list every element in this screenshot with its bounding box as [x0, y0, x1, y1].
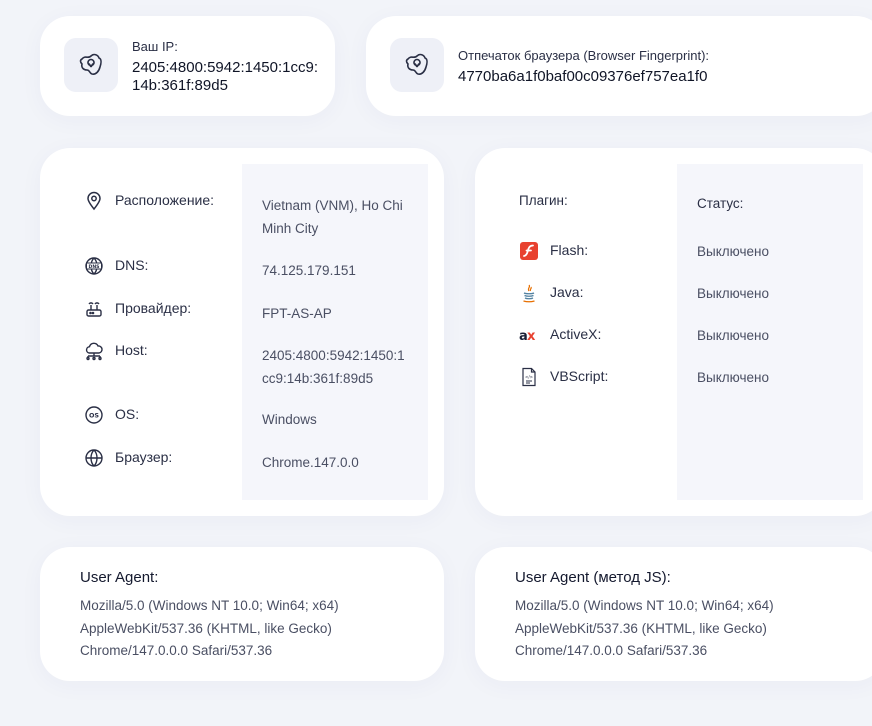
info-label-browser: Браузер:	[115, 449, 173, 465]
router-icon	[84, 299, 104, 319]
plugin-row-activex: a x ActiveX: Выключено	[519, 325, 819, 345]
fingerprint-value: 4770ba6a1f0baf00c09376ef757ea1f0	[458, 68, 708, 85]
page: Ваш IP: 2405:4800:5942:1450:1cc9:14b:361…	[0, 0, 872, 726]
cloud-network-icon	[84, 341, 104, 361]
ip-label: Ваш IP:	[132, 39, 178, 54]
user-agent-card: User Agent: Mozilla/5.0 (Windows NT 10.0…	[40, 547, 444, 681]
info-value-host: 2405:4800:5942:1450:1cc9:14b:361f:89d5	[262, 348, 405, 386]
plugin-status-vbscript: Выключено	[697, 370, 769, 385]
info-label-location: Расположение:	[115, 192, 215, 208]
plugin-header: Плагин:	[519, 193, 568, 208]
plugin-status-flash: Выключено	[697, 244, 769, 259]
plugin-status-java: Выключено	[697, 286, 769, 301]
fingerprint-card: Отпечаток браузера (Browser Fingerprint)…	[366, 16, 872, 116]
user-agent-value: Mozilla/5.0 (Windows NT 10.0; Win64; x64…	[80, 598, 339, 658]
globe-icon	[84, 448, 104, 468]
plugin-row-java: Java: Выключено	[519, 283, 819, 303]
plugin-status-activex: Выключено	[697, 328, 769, 343]
vbscript-icon: </>	[519, 367, 539, 387]
status-header: Статус:	[697, 196, 744, 211]
plugin-label-activex: ActiveX:	[550, 326, 602, 342]
plugin-label-java: Java:	[550, 284, 584, 300]
plugin-row-flash: Flash: Выключено	[519, 241, 819, 261]
connection-info-card: Расположение: Vietnam (VNM), Ho Chi Minh…	[40, 148, 444, 516]
info-value-dns: 74.125.179.151	[262, 263, 356, 278]
svg-text:OS: OS	[89, 411, 99, 419]
user-agent-js-title: User Agent (метод JS):	[515, 569, 671, 586]
info-label-dns: DNS:	[115, 257, 149, 273]
svg-text:DNS: DNS	[89, 264, 100, 270]
plugin-label-vbscript: VBScript:	[550, 368, 609, 384]
info-value-os: Windows	[262, 412, 317, 427]
fingerprint-label: Отпечаток браузера (Browser Fingerprint)…	[458, 48, 710, 63]
java-icon	[519, 283, 539, 303]
user-agent-js-card: User Agent (метод JS): Mozilla/5.0 (Wind…	[475, 547, 872, 681]
info-value-browser: Chrome.147.0.0	[262, 455, 359, 470]
user-agent-title: User Agent:	[80, 569, 159, 586]
info-label-provider: Провайдер:	[115, 300, 192, 316]
ip-card: Ваш IP: 2405:4800:5942:1450:1cc9:14b:361…	[40, 16, 335, 116]
os-icon: OS	[84, 405, 104, 425]
ip-value: 2405:4800:5942:1450:1cc9:14b:361f:89d5	[132, 59, 318, 94]
info-label-os: OS:	[115, 406, 140, 422]
plugin-label-flash: Flash:	[550, 242, 589, 258]
svg-text:</>: </>	[525, 375, 533, 380]
ip-map-icon	[64, 38, 118, 92]
info-label-host: Host:	[115, 342, 148, 358]
dns-icon: DNS	[84, 256, 104, 276]
activex-icon: a x	[519, 325, 539, 345]
plugins-card: Плагин: Статус: Flash: Выключено Java: В…	[475, 148, 872, 516]
fingerprint-map-icon	[390, 38, 444, 92]
svg-text:x: x	[527, 329, 536, 344]
flash-icon	[519, 241, 539, 261]
plugin-row-vbscript: </> VBScript: Выключено	[519, 367, 819, 387]
location-pin-icon	[84, 191, 104, 211]
info-value-provider: FPT-AS-AP	[262, 306, 332, 321]
info-value-location: Vietnam (VNM), Ho Chi Minh City	[262, 198, 403, 236]
user-agent-js-value: Mozilla/5.0 (Windows NT 10.0; Win64; x64…	[515, 598, 774, 658]
